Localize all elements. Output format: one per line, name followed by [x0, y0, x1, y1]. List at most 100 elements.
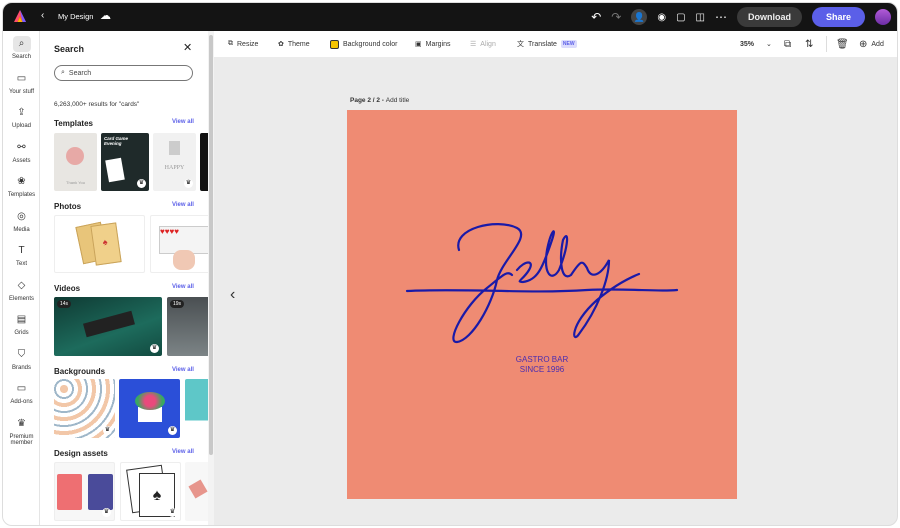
resize-icon: ⧉	[228, 40, 233, 47]
margins-icon: ▣	[415, 41, 422, 48]
chat-icon[interactable]: ◫	[696, 12, 705, 23]
undo-icon[interactable]: ↶	[591, 10, 601, 24]
view-all-videos[interactable]: View all	[172, 284, 194, 290]
template-thumb[interactable]: Thank You	[54, 133, 97, 191]
theme-button[interactable]: ✿ Theme	[278, 31, 310, 57]
design-asset-thumb[interactable]: ♛	[54, 462, 115, 521]
back-chevron-icon[interactable]: ‹	[41, 10, 44, 21]
add-button[interactable]: ⊕ Add	[859, 31, 884, 57]
background-thumb[interactable]: ♛	[119, 379, 180, 438]
download-button[interactable]: Download	[736, 7, 802, 27]
editor-toolbar: ⧉ Resize ✿ Theme Background color ▣ Margins…	[214, 31, 897, 57]
section-templates: Templates	[54, 119, 93, 128]
lightbulb-icon[interactable]: ◉	[657, 12, 666, 23]
crown-icon: ♛	[17, 417, 26, 429]
design-artboard[interactable]: GASTRO BAR SINCE 1996	[347, 110, 737, 499]
resize-label: Resize	[237, 40, 259, 48]
template-text: Thank You	[66, 180, 85, 185]
addons-icon: ▭	[16, 383, 27, 394]
rail-item-premium-member[interactable]: ♛ Premium member	[3, 416, 40, 446]
media-icon: ◎	[17, 210, 26, 222]
rail-item-label: Add-ons	[10, 399, 33, 405]
avatar[interactable]	[875, 9, 891, 25]
margins-label: Margins	[425, 40, 451, 48]
view-all-design-assets[interactable]: View all	[172, 449, 194, 455]
new-badge: NEW	[560, 40, 577, 48]
background-thumb[interactable]: ♛	[54, 379, 115, 438]
video-thumb[interactable]: 14s ♛	[54, 297, 162, 356]
align-button[interactable]: ☰ Align	[470, 31, 496, 57]
design-asset-thumb[interactable]: ♠ ♛	[120, 462, 181, 521]
rail-item-grids[interactable]: ▤ Grids	[3, 312, 40, 336]
page-order-icon[interactable]: ⇅	[805, 31, 813, 57]
close-icon[interactable]: ✕	[183, 41, 192, 54]
rail-item-your-stuff[interactable]: ▭ Your stuff	[3, 71, 40, 95]
zoom-value: 35%	[740, 40, 755, 48]
pages-icon[interactable]: ⧉	[784, 31, 791, 57]
share-button[interactable]: Share	[811, 7, 865, 27]
section-design-assets: Design assets	[54, 449, 108, 458]
rail-item-search[interactable]: ⌕ Search	[3, 36, 40, 60]
background-color-button[interactable]: Background color	[330, 31, 397, 57]
tagline-line-2: SINCE 1996	[520, 365, 565, 374]
rail-item-upload[interactable]: ⇪ Upload	[3, 105, 40, 129]
rail-item-label: Brands	[11, 364, 31, 371]
side-rail: ⌕ Search ▭ Your stuff ⇪ Upload ⚯ Assets ❀ Templat…	[3, 31, 40, 525]
redo-icon[interactable]: ↷	[611, 10, 621, 24]
folder-icon: ▭	[16, 72, 27, 84]
cloud-icon: ☁	[100, 10, 111, 22]
document-title[interactable]: My Design	[58, 12, 93, 21]
align-label: Align	[480, 40, 496, 48]
rail-item-elements[interactable]: ◇ Elements	[3, 278, 40, 302]
app-window: ‹ My Design ☁ ↶ ↷ 👤 ◉ ▢ ◫ ⋯ Download Sha…	[2, 2, 898, 526]
rail-item-brands[interactable]: ⛉ Brands	[3, 347, 40, 371]
comment-icon[interactable]: ▢	[676, 12, 685, 23]
delete-icon[interactable]: 🗑	[836, 31, 849, 57]
background-thumb[interactable]	[185, 379, 208, 438]
page-label: Page 2 / 2 - Add title	[350, 97, 409, 104]
template-thumb[interactable]: HAPPY ♛	[153, 133, 196, 191]
previous-page-chevron-icon[interactable]: ‹	[230, 286, 235, 304]
top-bar: ‹ My Design ☁ ↶ ↷ 👤 ◉ ▢ ◫ ⋯ Download Sha…	[3, 3, 897, 31]
video-thumb[interactable]: 19s	[167, 297, 208, 356]
rail-item-templates[interactable]: ❀ Templates	[3, 174, 40, 198]
translate-button[interactable]: 文 Translate NEW	[517, 31, 577, 57]
assets-icon: ⚯	[17, 141, 26, 153]
search-panel: Search ✕ ⌕ Search 6,263,000+ results for …	[40, 31, 208, 525]
results-count: 6,263,000+ results for "cards"	[54, 101, 140, 108]
rail-item-assets[interactable]: ⚯ Assets	[3, 140, 40, 164]
view-all-photos[interactable]: View all	[172, 202, 194, 208]
rail-item-label: Premium member	[9, 433, 34, 446]
search-input[interactable]: ⌕ Search	[54, 65, 193, 81]
upload-icon: ⇪	[17, 107, 26, 118]
template-thumb[interactable]: Card Game Evening ♛	[101, 133, 149, 191]
zoom-dropdown[interactable]: 35% ⌄	[740, 31, 772, 57]
panel-scrollbar[interactable]	[208, 31, 214, 525]
add-title-link[interactable]: Add title	[386, 97, 410, 104]
search-icon: ⌕	[61, 69, 65, 76]
rail-item-text[interactable]: T Text	[3, 243, 40, 267]
rail-item-add-ons[interactable]: ▭ Add-ons	[3, 381, 40, 405]
more-icon[interactable]: ⋯	[715, 10, 727, 24]
rail-item-label: Assets	[12, 157, 31, 164]
search-placeholder: Search	[68, 69, 92, 77]
design-asset-thumb[interactable]	[185, 462, 208, 521]
search-icon: ⌕	[12, 36, 31, 52]
template-thumb[interactable]	[200, 133, 208, 191]
view-all-backgrounds[interactable]: View all	[172, 367, 194, 373]
margins-button[interactable]: ▣ Margins	[415, 31, 451, 57]
photo-thumb[interactable]: ♠	[54, 215, 145, 273]
invite-user-icon[interactable]: 👤	[631, 9, 648, 25]
rail-item-media[interactable]: ◎ Media	[3, 209, 40, 233]
add-circle-icon: ⊕	[859, 38, 868, 50]
photo-thumb[interactable]: ♥♥♥♥	[150, 215, 208, 273]
app-logo-icon[interactable]	[13, 9, 27, 23]
templates-icon: ❀	[17, 176, 26, 187]
resize-button[interactable]: ⧉ Resize	[228, 31, 258, 57]
rail-item-label: Text	[15, 261, 27, 267]
view-all-templates[interactable]: View all	[172, 119, 194, 125]
rail-item-label: Your stuff	[8, 88, 35, 95]
video-duration: 19s	[170, 300, 185, 308]
jelly-logo: GASTRO BAR SINCE 1996	[405, 223, 679, 374]
text-icon: T	[18, 245, 25, 256]
